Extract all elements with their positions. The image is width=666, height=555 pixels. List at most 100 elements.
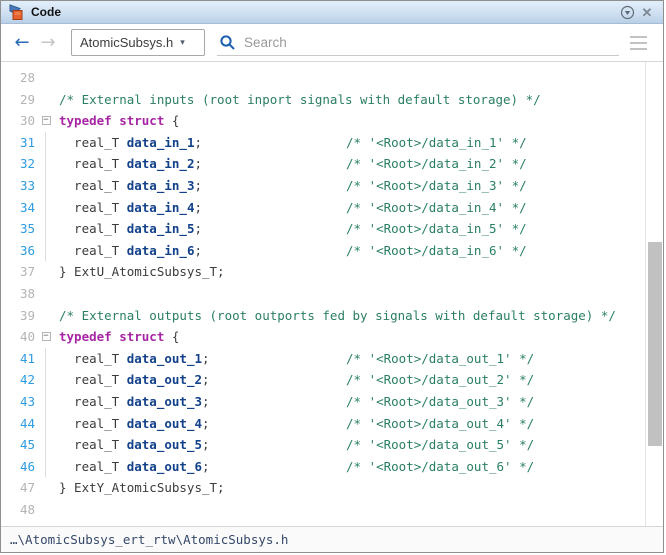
code-token: } ExtY_AtomicSubsys_T; [59, 480, 225, 496]
fold-toggle-icon[interactable]: − [41, 116, 51, 126]
code-view-window: Code ✕ ← → AtomicSubsys.h ▾ Search 28 29… [0, 0, 664, 553]
collapse-menu-button[interactable] [617, 3, 637, 21]
fold-column [35, 348, 57, 370]
trace-link-identifier[interactable]: data_out_6 [127, 459, 202, 474]
trace-link-identifier[interactable]: data_in_6 [127, 243, 195, 258]
trace-link-identifier[interactable]: data_out_2 [127, 372, 202, 387]
trace-link-identifier[interactable]: data_out_4 [127, 416, 202, 431]
line-number[interactable]: 46 [7, 456, 35, 478]
code-token: real_T [59, 156, 127, 172]
fold-guide-line [45, 390, 46, 413]
line-number: 30 [19, 113, 35, 129]
line-number: 47 [19, 480, 35, 496]
scrollbar-thumb[interactable] [648, 242, 662, 446]
fold-column [35, 89, 57, 111]
code-line: 29 /* External inputs (root inport signal… [1, 89, 645, 111]
trace-link-identifier[interactable]: data_out_1 [127, 351, 202, 366]
code-token: ; [194, 156, 202, 172]
code-line: 31 real_T data_in_1; /* '<Root>/data_in_1… [1, 131, 645, 154]
code-token: real_T [59, 372, 127, 388]
code-text: } ExtU_AtomicSubsys_T; [57, 261, 645, 283]
file-selector-dropdown[interactable]: AtomicSubsys.h ▾ [71, 29, 205, 56]
code-text: real_T data_out_2; /* '<Root>/data_out_2'… [57, 369, 645, 391]
code-text: real_T data_out_4; /* '<Root>/data_out_4'… [57, 413, 645, 435]
line-number[interactable]: 45 [7, 434, 35, 456]
trace-comment: /* '<Root>/data_in_6' */ [346, 242, 527, 258]
line-number[interactable]: 36 [7, 240, 35, 262]
code-token: real_T [59, 415, 127, 431]
code-token: ; [194, 134, 202, 150]
fold-column [35, 413, 57, 435]
chevron-down-icon: ▾ [180, 37, 185, 47]
back-button[interactable]: ← [9, 33, 35, 52]
line-number[interactable]: 41 [7, 348, 35, 370]
circle-chevron-down-icon [620, 5, 634, 19]
vertical-scrollbar[interactable] [645, 62, 663, 526]
simulink-code-icon [9, 4, 23, 20]
hamburger-menu-button[interactable] [626, 32, 651, 54]
trace-link-identifier[interactable]: data_out_3 [127, 394, 202, 409]
code-token: real_T [59, 350, 127, 366]
line-number[interactable]: 42 [7, 369, 35, 391]
line-number: 29 [19, 91, 35, 107]
trace-comment: /* '<Root>/data_in_2' */ [346, 156, 527, 172]
code-token: ; [194, 199, 202, 215]
trace-link-identifier[interactable]: data_in_4 [127, 200, 195, 215]
code-text: real_T data_in_6; /* '<Root>/data_in_6' *… [57, 240, 645, 262]
line-number: 48 [19, 501, 35, 517]
close-icon: ✕ [641, 4, 653, 20]
fold-column [35, 197, 57, 219]
trace-link-identifier[interactable]: data_in_3 [127, 178, 195, 193]
code-line: 47 } ExtY_AtomicSubsys_T; [1, 477, 645, 499]
line-number[interactable]: 31 [7, 132, 35, 154]
code-token: real_T [59, 437, 127, 453]
line-number[interactable]: 34 [7, 197, 35, 219]
search-input[interactable] [242, 33, 617, 51]
line-number[interactable]: 44 [7, 413, 35, 435]
line-number[interactable]: 43 [7, 391, 35, 413]
trace-link-identifier[interactable]: data_in_2 [127, 156, 195, 171]
fold-guide-line [45, 196, 46, 219]
window-title: Code [31, 5, 61, 19]
line-number[interactable]: 35 [7, 218, 35, 240]
title-bar: Code ✕ [1, 1, 663, 24]
code-token: real_T [59, 242, 127, 258]
fold-guide-line [45, 455, 46, 478]
line-number[interactable]: 32 [7, 153, 35, 175]
code-token: ; [202, 458, 210, 474]
code-text: real_T data_in_2; /* '<Root>/data_in_2' *… [57, 153, 645, 175]
code-text: real_T data_out_6; /* '<Root>/data_out_6'… [57, 456, 645, 478]
trace-link-identifier[interactable]: data_in_1 [127, 135, 195, 150]
code-token: /* External outputs (root outports fed b… [59, 307, 616, 323]
code-text: real_T data_out_3; /* '<Root>/data_out_3'… [57, 391, 645, 413]
code-text: typedef struct { [57, 110, 645, 132]
line-number: 28 [19, 70, 35, 85]
forward-button[interactable]: → [35, 33, 61, 52]
file-path: …\AtomicSubsys_ert_rtw\AtomicSubsys.h [10, 532, 289, 547]
code-text: } ExtY_AtomicSubsys_T; [57, 477, 645, 499]
code-token: real_T [59, 393, 127, 409]
fold-toggle-icon[interactable]: − [41, 332, 51, 342]
fold-column [35, 456, 57, 478]
trace-link-identifier[interactable]: data_out_5 [127, 437, 202, 452]
code-line: 33 real_T data_in_3; /* '<Root>/data_in_3… [1, 174, 645, 197]
code-token: ; [202, 415, 210, 431]
code-area: 28 29 /* External inputs (root inport sign… [1, 62, 663, 526]
code-token: ; [194, 221, 202, 237]
code-token: real_T [59, 134, 127, 150]
fold-guide-line [45, 239, 46, 262]
trace-comment: /* '<Root>/data_out_2' */ [346, 372, 535, 388]
file-selector-value: AtomicSubsys.h [80, 35, 174, 50]
trace-link-identifier[interactable]: data_in_5 [127, 221, 195, 236]
line-number[interactable]: 33 [7, 175, 35, 197]
code-line: 41 real_T data_out_1; /* '<Root>/data_out… [1, 347, 645, 370]
code-text: /* External outputs (root outports fed b… [57, 305, 645, 327]
trace-comment: /* '<Root>/data_in_3' */ [346, 177, 527, 193]
fold-guide-line [45, 131, 46, 154]
close-button[interactable]: ✕ [637, 3, 657, 21]
fold-guide-line [45, 218, 46, 240]
fold-guide-line [45, 174, 46, 197]
fold-guide-line [45, 153, 46, 175]
